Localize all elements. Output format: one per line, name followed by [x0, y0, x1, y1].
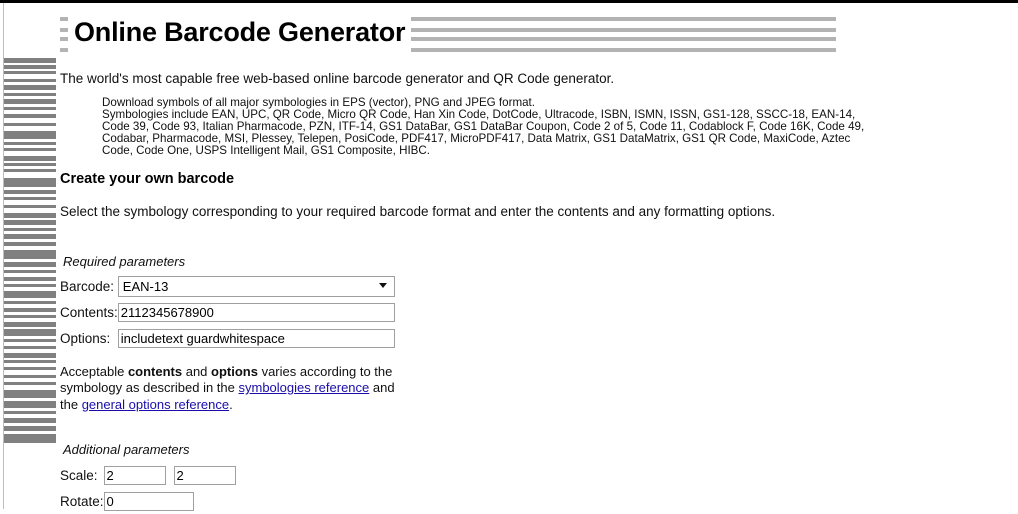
barcode-bar [4, 163, 56, 166]
barcode-bar [4, 142, 56, 145]
barcode-bar [4, 418, 56, 423]
barcode-bar [4, 426, 56, 431]
barcode-bar [4, 390, 56, 398]
scale-x-cell [103, 462, 166, 488]
barcode-bar [4, 197, 56, 200]
barcode-bar [4, 329, 56, 336]
barcode-select-cell: EAN-13 [117, 274, 395, 300]
section-title: Create your own barcode [60, 170, 235, 187]
barcode-bar [4, 79, 56, 82]
barcode-bar [4, 71, 56, 74]
general-options-reference-link[interactable]: general options reference [82, 397, 229, 412]
options-input[interactable] [117, 329, 395, 349]
barcode-bar [4, 411, 56, 414]
barcode-bar [4, 284, 56, 287]
note-part-1: Acceptable [60, 363, 128, 379]
contents-input-cell [117, 300, 395, 326]
instructions-paragraph: Select the symbology corresponding to yo… [60, 203, 776, 219]
required-parameters-form: Barcode: EAN-13 Contents: Options: [60, 274, 395, 352]
barcode-bar [4, 434, 56, 443]
barcode-bar [4, 291, 56, 298]
barcode-bar [4, 262, 56, 267]
barcode-bar [4, 156, 56, 161]
page-title: Online Barcode Generator [68, 10, 412, 54]
scale-spacer [166, 462, 174, 488]
barcode-bar [4, 228, 56, 231]
barcode-bar [4, 107, 56, 110]
contents-row: Contents: [60, 300, 395, 326]
left-barcode-bars [4, 58, 56, 443]
scale-x-input[interactable] [103, 465, 166, 485]
barcode-bar [4, 308, 56, 312]
barcode-bar [4, 322, 56, 327]
barcode-label: Barcode: [60, 279, 115, 295]
symbologies-line-2: Symbologies include EAN, UPC, QR Code, M… [102, 107, 865, 157]
barcode-bar [4, 123, 56, 126]
scale-label: Scale: [60, 467, 98, 483]
left-barcode-strip [0, 3, 56, 509]
rotate-row: Rotate: [60, 488, 236, 514]
barcode-bar [4, 190, 56, 194]
note-part-2: and [182, 363, 212, 379]
barcode-select[interactable]: EAN-13 [117, 276, 395, 298]
barcode-bar [4, 375, 56, 378]
barcode-bar [4, 58, 56, 63]
additional-parameters-form: Scale: Rotate: [60, 462, 236, 514]
barcode-bar [4, 85, 56, 90]
barcode-bar [4, 148, 56, 151]
barcode-bar [4, 234, 56, 239]
main-content: Online Barcode Generator The world's mos… [60, 3, 1005, 514]
barcode-bar [4, 301, 56, 304]
rotate-input-cell [103, 488, 236, 514]
barcode-bar [4, 65, 56, 69]
contents-input[interactable] [117, 303, 395, 323]
required-parameters-legend: Required parameters [63, 253, 186, 269]
title-barcode-banner: Online Barcode Generator [60, 10, 1005, 57]
options-label: Options: [60, 331, 111, 347]
options-row: Options: [60, 326, 395, 352]
scale-y-cell [173, 462, 236, 488]
barcode-bar [4, 114, 56, 118]
barcode-bar [4, 93, 56, 96]
barcode-bar [4, 178, 56, 187]
barcode-bar [4, 315, 56, 318]
symbologies-reference-link[interactable]: symbologies reference [238, 380, 369, 395]
barcode-bar [4, 353, 56, 358]
barcode-bar [4, 382, 56, 385]
note-bold-contents: contents [127, 363, 183, 379]
rotate-label: Rotate: [60, 493, 104, 509]
options-input-cell [117, 326, 395, 352]
barcode-bar [4, 99, 56, 104]
barcode-bar [4, 131, 56, 139]
barcode-bar [4, 270, 56, 273]
lead-paragraph: The world's most capable free web-based … [60, 71, 615, 86]
barcode-bar [4, 169, 56, 172]
barcode-bar [4, 401, 56, 408]
rotate-input[interactable] [103, 491, 194, 511]
barcode-bar [4, 277, 56, 281]
contents-label: Contents: [60, 305, 118, 321]
barcode-bar [4, 205, 56, 208]
note-bold-options: options [211, 363, 258, 379]
barcode-bar [4, 346, 56, 349]
scale-y-input[interactable] [173, 465, 236, 485]
barcode-bar [4, 339, 56, 342]
barcode-bar [4, 220, 56, 225]
barcode-bar [4, 367, 56, 370]
barcode-row: Barcode: EAN-13 [60, 274, 395, 300]
reference-note: Acceptable contents and options varies a… [60, 364, 400, 414]
barcode-bar [4, 242, 56, 246]
symbologies-paragraph: Download symbols of all major symbologie… [102, 97, 877, 157]
additional-parameters-legend: Additional parameters [63, 442, 190, 458]
scale-row: Scale: [60, 462, 236, 488]
barcode-bar [4, 250, 56, 259]
note-part-5: . [229, 396, 233, 412]
barcode-bar [4, 360, 56, 363]
barcode-bar [4, 213, 56, 218]
